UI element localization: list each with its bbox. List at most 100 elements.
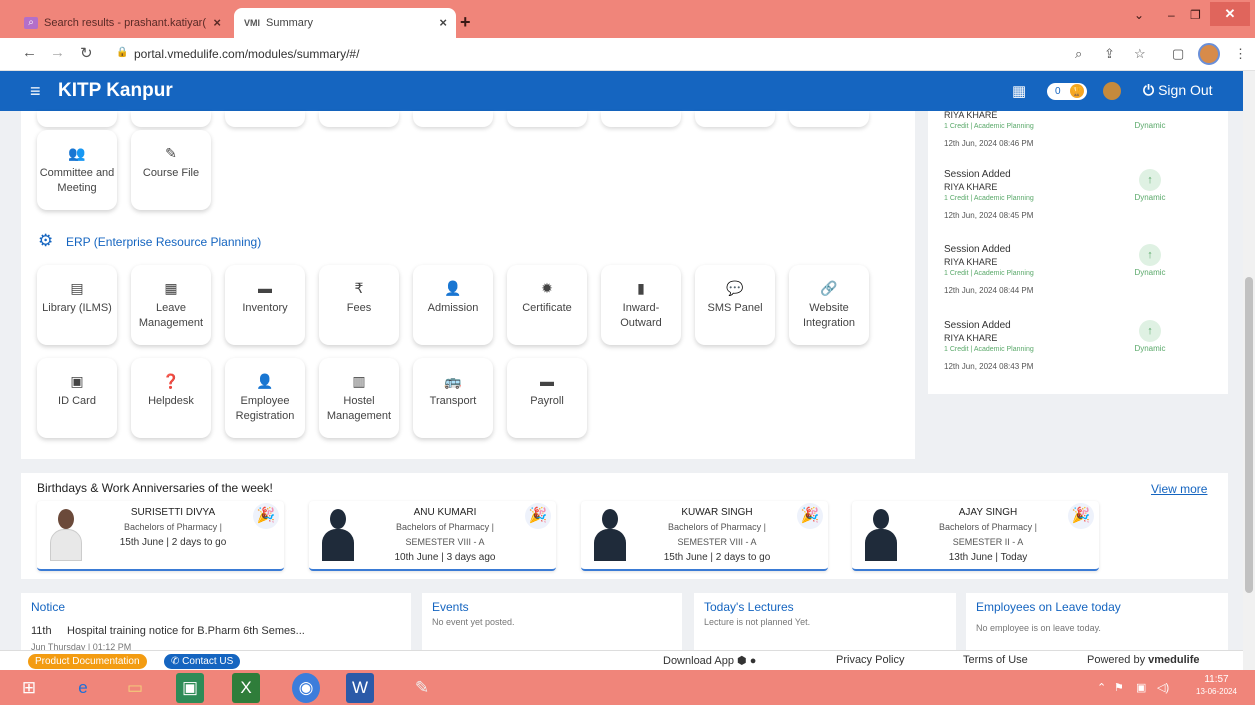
module-employee-registration[interactable]: 👤 Employee Registration xyxy=(225,358,305,438)
volume-icon[interactable]: ◁) xyxy=(1157,681,1169,694)
birthday-card[interactable]: ANU KUMARI Bachelors of Pharmacy | SEMES… xyxy=(309,501,556,571)
excel-icon[interactable]: X xyxy=(232,673,260,703)
privacy-policy-link[interactable]: Privacy Policy xyxy=(836,654,904,666)
minimize-icon[interactable]: – xyxy=(1168,8,1175,22)
url-field[interactable]: portal.vmedulife.com/modules/summary/#/ xyxy=(134,47,359,61)
leave-title[interactable]: Employees on Leave today xyxy=(976,600,1121,614)
share-icon[interactable]: ⇪ xyxy=(1104,46,1115,62)
clock-time: 11:57 xyxy=(1204,674,1229,685)
module-inward-outward[interactable]: ▮ Inward-Outward xyxy=(601,265,681,345)
scrollbar-thumb[interactable] xyxy=(1245,277,1253,593)
birthday-info: AJAY SINGH Bachelors of Pharmacy | SEMES… xyxy=(918,505,1058,565)
module-inventory[interactable]: ▬ Inventory xyxy=(225,265,305,345)
activity-subtitle: 1 Credit | Academic Planning xyxy=(944,123,1034,130)
module-tile-partial[interactable] xyxy=(37,111,117,127)
browser-menu-icon[interactable]: ⋮ xyxy=(1234,46,1247,62)
module-sms-panel[interactable]: 💬 SMS Panel xyxy=(695,265,775,345)
person-semester: SEMESTER VIII - A xyxy=(677,537,757,547)
notice-title[interactable]: Notice xyxy=(31,600,65,614)
module-label: Committee and Meeting xyxy=(39,167,115,194)
chrome-icon[interactable]: ◉ xyxy=(292,673,320,703)
bookmark-star-icon[interactable]: ☆ xyxy=(1134,46,1146,62)
download-app-link[interactable]: Download App ⬢ ● xyxy=(663,654,756,667)
module-committee-and-meeting[interactable]: 👥 Committee and Meeting xyxy=(37,130,117,210)
person-name: KUWAR SINGH xyxy=(681,507,753,518)
institute-title: KITP Kanpur xyxy=(58,80,173,101)
module-course-file[interactable]: ✎ Course File xyxy=(131,130,211,210)
reload-icon[interactable]: ↻ xyxy=(80,44,93,62)
paint-icon[interactable]: ✎ xyxy=(405,673,439,703)
module-id-card[interactable]: ▣ ID Card xyxy=(37,358,117,438)
modules-panel: 👥 Committee and Meeting ✎ Course File ⚙ E… xyxy=(21,111,915,459)
tab-search-results[interactable]: ⌕ Search results - prashant.katiyar( × xyxy=(14,8,230,38)
new-tab-icon[interactable]: + xyxy=(460,12,471,33)
terms-of-use-link[interactable]: Terms of Use xyxy=(963,654,1028,666)
activity-date: 12th Jun, 2024 08:43 PM xyxy=(944,362,1034,371)
page-scrollbar[interactable] xyxy=(1243,71,1255,670)
windows-start-icon[interactable]: ⊞ xyxy=(12,673,46,703)
module-tile-partial[interactable] xyxy=(507,111,587,127)
module-tile-partial[interactable] xyxy=(225,111,305,127)
module-admission[interactable]: 👤 Admission xyxy=(413,265,493,345)
network-icon[interactable]: ▣ xyxy=(1136,681,1146,694)
module-library[interactable]: ▤ Library (ILMS) xyxy=(37,265,117,345)
building-icon: ▥ xyxy=(352,373,366,389)
module-certificate[interactable]: ✹ Certificate xyxy=(507,265,587,345)
module-tile-partial[interactable] xyxy=(131,111,211,127)
birthday-card[interactable]: SURISETTI DIVYA Bachelors of Pharmacy | … xyxy=(37,501,284,571)
store-app-icon[interactable]: ▣ xyxy=(176,673,204,703)
person-semester: SEMESTER VIII - A xyxy=(405,537,485,547)
module-hostel-management[interactable]: ▥ Hostel Management xyxy=(319,358,399,438)
module-fees[interactable]: ₹ Fees xyxy=(319,265,399,345)
forward-icon[interactable]: → xyxy=(50,44,65,61)
internet-explorer-icon[interactable]: e xyxy=(66,673,100,703)
events-title[interactable]: Events xyxy=(432,600,469,614)
module-label: Fees xyxy=(346,302,372,314)
person-semester: SEMESTER II - A xyxy=(952,537,1024,547)
system-clock[interactable]: 11:57 13-06-2024 xyxy=(1196,674,1237,698)
module-tile-partial[interactable] xyxy=(319,111,399,127)
birthday-card[interactable]: KUWAR SINGH Bachelors of Pharmacy | SEME… xyxy=(581,501,828,571)
module-label: Course File xyxy=(142,167,200,179)
module-helpdesk[interactable]: ❓ Helpdesk xyxy=(131,358,211,438)
file-explorer-icon[interactable]: ▭ xyxy=(118,673,152,703)
view-more-link[interactable]: View more xyxy=(1151,482,1207,496)
points-badge[interactable]: 0 🏆 xyxy=(1047,83,1087,100)
user-avatar[interactable] xyxy=(1103,82,1121,100)
module-tile-partial[interactable] xyxy=(601,111,681,127)
sign-out-button[interactable]: ⏻ Sign Out xyxy=(1143,82,1213,99)
module-tile-partial[interactable] xyxy=(695,111,775,127)
hamburger-menu-icon[interactable]: ≡ xyxy=(30,81,41,102)
tab-summary[interactable]: VMl Summary × xyxy=(234,8,456,38)
side-panel-icon[interactable]: ▢ xyxy=(1172,46,1184,62)
birthday-card[interactable]: AJAY SINGH Bachelors of Pharmacy | SEMES… xyxy=(852,501,1099,571)
product-documentation-button[interactable]: Product Documentation xyxy=(28,654,147,669)
module-tile-partial[interactable] xyxy=(413,111,493,127)
module-transport[interactable]: 🚌 Transport xyxy=(413,358,493,438)
word-icon[interactable]: W xyxy=(346,673,374,703)
module-payroll[interactable]: ▬ Payroll xyxy=(507,358,587,438)
close-tab-icon[interactable]: × xyxy=(439,15,447,30)
module-tile-partial[interactable] xyxy=(789,111,869,127)
clock-date: 13-06-2024 xyxy=(1196,687,1237,696)
contact-us-button[interactable]: ✆ Contact US xyxy=(164,654,241,669)
window-close-icon[interactable]: ✕ xyxy=(1210,2,1250,26)
module-label: ID Card xyxy=(58,395,96,407)
module-website-integration[interactable]: 🔗 Website Integration xyxy=(789,265,869,345)
events-empty-text: No event yet posted. xyxy=(432,617,515,627)
apps-grid-icon[interactable]: ▦ xyxy=(1012,82,1026,100)
notice-text: Hospital training notice for B.Pharm 6th… xyxy=(67,625,305,637)
notice-item[interactable]: 11th Hospital training notice for B.Pharm… xyxy=(31,625,411,652)
maximize-icon[interactable]: ❐ xyxy=(1190,8,1201,22)
zoom-icon[interactable]: ⌕ xyxy=(1075,46,1082,62)
tray-expand-icon[interactable]: ⌃ xyxy=(1097,681,1106,694)
activity-title: Session Added xyxy=(944,320,1011,331)
back-icon[interactable]: ← xyxy=(22,44,37,61)
module-leave-management[interactable]: ▦ Leave Management xyxy=(131,265,211,345)
close-tab-icon[interactable]: × xyxy=(213,15,221,30)
flag-icon[interactable]: ⚑ xyxy=(1114,681,1124,694)
tab-list-icon[interactable]: ⌄ xyxy=(1134,8,1144,22)
library-icon: ▤ xyxy=(70,280,84,296)
profile-avatar-icon[interactable] xyxy=(1198,43,1220,65)
lectures-title[interactable]: Today's Lectures xyxy=(704,600,794,614)
